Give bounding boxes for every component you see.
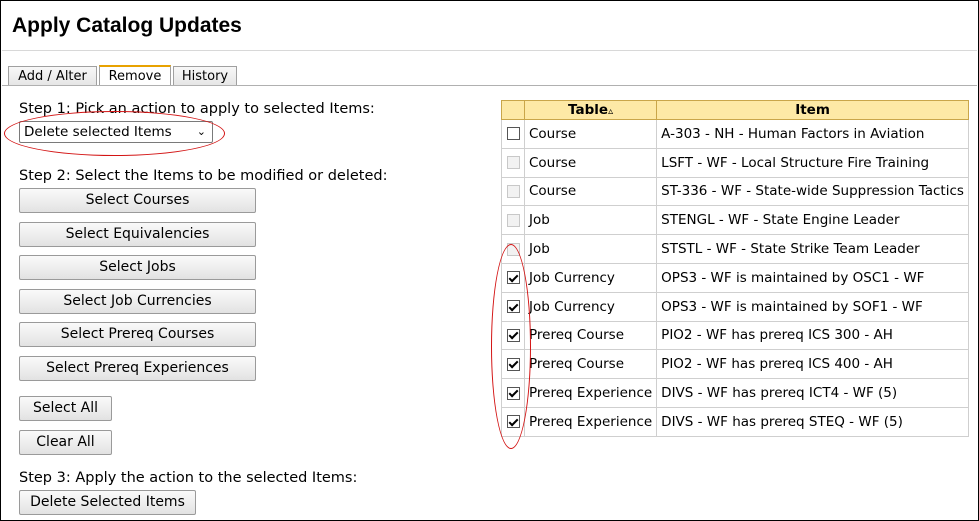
table-row[interactable]: Prereq Course PIO2 - WF has prereq ICS 40… — [501, 349, 969, 380]
select-all-button[interactable]: Select All — [19, 396, 112, 421]
row-table-type: Prereq Experience — [523, 406, 658, 437]
row-table-type: Job Currency — [523, 262, 658, 293]
row-checkbox[interactable] — [506, 271, 520, 285]
row-item: LSFT - WF - Local Structure Fire Trainin… — [656, 147, 969, 178]
page-title: Apply Catalog Updates — [12, 14, 242, 37]
row-item: OPS3 - WF is maintained by SOF1 - WF — [656, 291, 969, 322]
app-window: Apply Catalog Updates Add / Alter Remove… — [0, 0, 979, 521]
step2-label: Step 2: Select the Items to be modified … — [19, 168, 388, 184]
row-checkbox[interactable] — [506, 300, 520, 314]
row-checkbox-cell — [501, 378, 525, 408]
row-table-type: Prereq Experience — [523, 378, 658, 408]
tab-remove[interactable]: Remove — [99, 65, 171, 86]
delete-selected-items-button[interactable]: Delete Selected Items — [19, 490, 196, 515]
row-checkbox-cell — [501, 320, 525, 351]
row-item: OPS3 - WF is maintained by OSC1 - WF — [656, 262, 969, 293]
table-header-row: Table▵ Item — [501, 100, 969, 120]
row-item: STENGL - WF - State Engine Leader — [656, 205, 969, 236]
row-checkbox[interactable] — [506, 357, 520, 371]
row-table-type: Course — [523, 147, 658, 178]
table-row[interactable]: Job STENGL - WF - State Engine Leader — [501, 205, 969, 236]
table-row[interactable]: Course LSFT - WF - Local Structure Fire T… — [501, 147, 969, 178]
tab-baseline — [2, 85, 977, 86]
tab-history[interactable]: History — [173, 66, 237, 85]
chevron-down-icon: ⌄ — [196, 125, 206, 138]
row-checkbox[interactable] — [506, 386, 520, 400]
sort-indicator-icon: ▵ — [608, 106, 614, 117]
row-checkbox[interactable] — [506, 415, 520, 429]
header-table[interactable]: Table▵ — [523, 100, 658, 120]
row-checkbox-cell — [501, 406, 525, 437]
step3-label: Step 3: Apply the action to the selected… — [19, 470, 358, 486]
select-job-currencies-button[interactable]: Select Job Currencies — [19, 289, 256, 314]
row-table-type: Prereq Course — [523, 320, 658, 351]
tab-add-alter[interactable]: Add / Alter — [8, 66, 97, 85]
row-item: DIVS - WF has prereq STEQ - WF (5) — [656, 406, 969, 437]
table-row[interactable]: Job STSTL - WF - State Strike Team Leader — [501, 234, 969, 264]
row-checkbox[interactable] — [506, 127, 520, 141]
row-table-type: Course — [523, 119, 658, 149]
action-select[interactable]: Delete selected Items ⌄ — [19, 121, 213, 143]
row-checkbox-cell — [501, 349, 525, 380]
row-item: ST-336 - WF - State-wide Suppression Tac… — [656, 176, 969, 207]
row-item: PIO2 - WF has prereq ICS 300 - AH — [656, 320, 969, 351]
table-row[interactable]: Course ST-336 - WF - State-wide Suppressi… — [501, 176, 969, 207]
select-prereq-experiences-button[interactable]: Select Prereq Experiences — [19, 356, 256, 381]
row-checkbox — [506, 156, 520, 170]
table-row[interactable]: Prereq Experience DIVS - WF has prereq IC… — [501, 378, 969, 408]
table-row[interactable]: Prereq Course PIO2 - WF has prereq ICS 30… — [501, 320, 969, 351]
row-checkbox[interactable] — [506, 328, 520, 342]
action-select-value: Delete selected Items — [24, 124, 172, 140]
select-prereq-courses-button[interactable]: Select Prereq Courses — [19, 322, 256, 347]
select-equivalencies-button[interactable]: Select Equivalencies — [19, 222, 256, 247]
row-checkbox-cell — [501, 234, 525, 264]
table-row[interactable]: Prereq Experience DIVS - WF has prereq ST… — [501, 406, 969, 437]
row-table-type: Job Currency — [523, 291, 658, 322]
row-checkbox — [506, 184, 520, 198]
row-table-type: Prereq Course — [523, 349, 658, 380]
row-checkbox-cell — [501, 262, 525, 293]
step1-label: Step 1: Pick an action to apply to selec… — [19, 101, 375, 117]
title-divider — [2, 50, 977, 51]
header-item[interactable]: Item — [656, 100, 969, 120]
row-table-type: Job — [523, 205, 658, 236]
row-item: DIVS - WF has prereq ICT4 - WF (5) — [656, 378, 969, 408]
table-row[interactable]: Job Currency OPS3 - WF is maintained by S… — [501, 291, 969, 322]
table-row[interactable]: Course A-303 - NH - Human Factors in Avia… — [501, 119, 969, 149]
row-checkbox-cell — [501, 176, 525, 207]
row-checkbox-cell — [501, 291, 525, 322]
table-row[interactable]: Job Currency OPS3 - WF is maintained by O… — [501, 262, 969, 293]
row-checkbox-cell — [501, 205, 525, 236]
row-checkbox-cell — [501, 119, 525, 149]
row-item: STSTL - WF - State Strike Team Leader — [656, 234, 969, 264]
clear-all-button[interactable]: Clear All — [19, 430, 112, 455]
row-item: A-303 - NH - Human Factors in Aviation — [656, 119, 969, 149]
items-table: Table▵ Item Course A-303 - NH - Human Fac… — [501, 100, 969, 437]
row-item: PIO2 - WF has prereq ICS 400 - AH — [656, 349, 969, 380]
header-checkbox-cell — [501, 100, 525, 120]
row-checkbox-cell — [501, 147, 525, 178]
row-checkbox — [506, 213, 520, 227]
row-table-type: Course — [523, 176, 658, 207]
select-jobs-button[interactable]: Select Jobs — [19, 255, 256, 280]
select-courses-button[interactable]: Select Courses — [19, 188, 256, 213]
row-checkbox — [506, 242, 520, 256]
row-table-type: Job — [523, 234, 658, 264]
